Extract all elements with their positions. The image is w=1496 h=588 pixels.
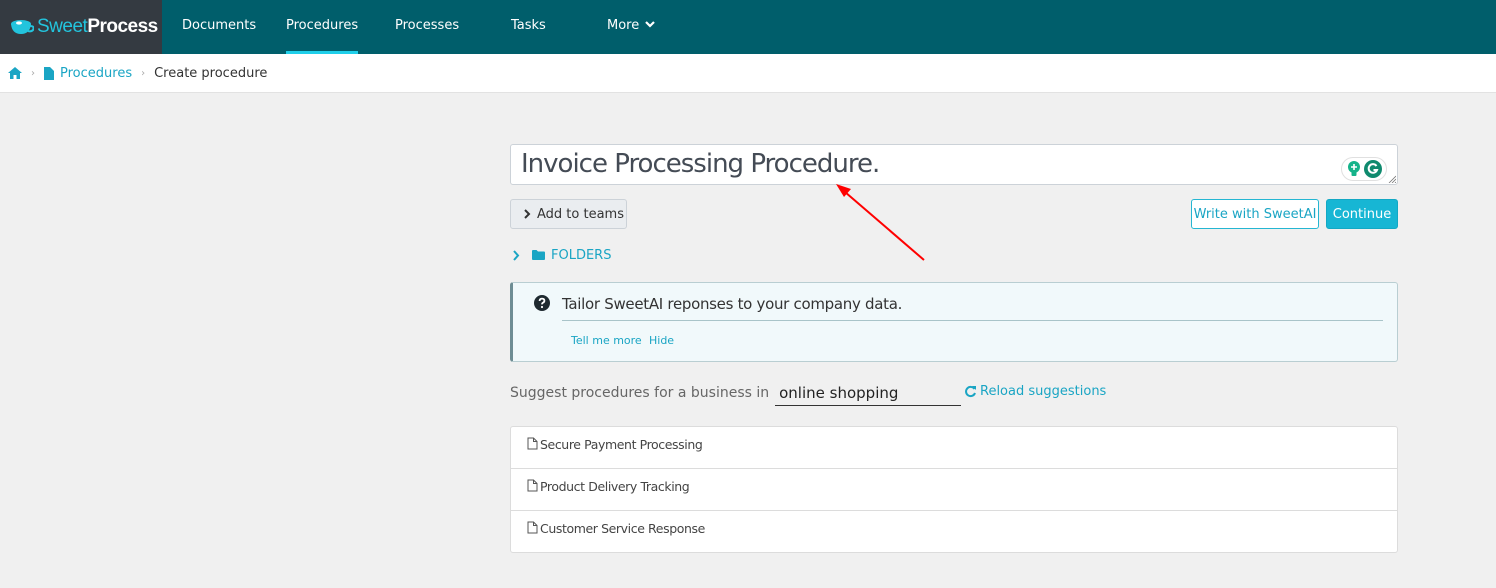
nav-more[interactable]: More (607, 0, 656, 54)
file-outline-icon (527, 437, 538, 450)
suggestion-label: Customer Service Response (540, 521, 705, 536)
suggestion-item[interactable]: Product Delivery Tracking (511, 469, 1397, 511)
add-to-teams-button[interactable]: Add to teams (510, 199, 627, 229)
suggestion-label: Secure Payment Processing (540, 437, 703, 452)
suggest-row: Suggest procedures for a business in (510, 380, 962, 406)
chevron-down-icon (645, 21, 656, 28)
brand-logo[interactable]: Sweet Process (0, 0, 162, 54)
lightbulb-icon (1347, 161, 1360, 176)
hide-link[interactable]: Hide (649, 334, 674, 347)
procedure-title-input[interactable]: Invoice Processing Procedure. (510, 144, 1398, 185)
add-to-teams-label: Add to teams (537, 206, 624, 222)
top-navbar: Sweet Process Documents Procedures Proces… (0, 0, 1496, 54)
file-outline-icon (527, 479, 538, 492)
suggestion-item[interactable]: Customer Service Response (511, 511, 1397, 553)
nav-procedures[interactable]: Procedures (286, 0, 359, 54)
nav-processes[interactable]: Processes (395, 0, 459, 54)
info-divider (562, 320, 1383, 321)
suggestion-item[interactable]: Secure Payment Processing (511, 427, 1397, 469)
file-outline-icon (527, 521, 538, 534)
sweetai-info-box: Tailor SweetAI reponses to your company … (510, 282, 1398, 362)
reload-suggestions-label: Reload suggestions (980, 384, 1107, 399)
breadcrumb-separator: › (31, 67, 35, 79)
suggestion-list: Secure Payment Processing Product Delive… (510, 426, 1398, 553)
tell-me-more-link[interactable]: Tell me more (571, 334, 642, 347)
refresh-icon (965, 385, 976, 398)
annotation-arrow-line (844, 191, 925, 261)
breadcrumb-procedures[interactable]: Procedures (60, 66, 132, 81)
breadcrumb: › Procedures › Create procedure (0, 54, 1496, 93)
file-icon (44, 66, 54, 80)
suggest-label: Suggest procedures for a business in (510, 385, 770, 401)
chevron-right-icon (513, 249, 520, 261)
brand-name-process: Process (87, 16, 158, 37)
brand-name-sweet: Sweet (37, 16, 88, 37)
nav-more-label: More (607, 18, 640, 33)
breadcrumb-current: Create procedure (154, 65, 268, 81)
coffee-cup-icon (11, 20, 34, 34)
nav-documents[interactable]: Documents (182, 0, 256, 54)
nav-tasks[interactable]: Tasks (511, 0, 546, 54)
resize-handle[interactable] (1388, 175, 1396, 183)
chevron-right-icon (524, 209, 531, 219)
business-type-input[interactable] (775, 380, 962, 406)
folder-icon (532, 250, 545, 260)
grammarly-icon (1363, 160, 1382, 178)
continue-button[interactable]: Continue (1326, 199, 1398, 229)
grammarly-widget[interactable] (1341, 157, 1387, 181)
annotation-arrow-head (836, 184, 851, 197)
suggestion-label: Product Delivery Tracking (540, 479, 690, 494)
breadcrumb-separator: › (141, 67, 146, 79)
folders-toggle[interactable]: FOLDERS (512, 246, 611, 264)
reload-suggestions-button[interactable]: Reload suggestions (964, 384, 1106, 399)
question-circle-icon (534, 295, 550, 311)
write-with-sweetai-button[interactable]: Write with SweetAI (1191, 199, 1319, 229)
home-icon[interactable] (8, 67, 22, 79)
info-message: Tailor SweetAI reponses to your company … (562, 295, 903, 313)
folders-label: FOLDERS (551, 247, 612, 263)
